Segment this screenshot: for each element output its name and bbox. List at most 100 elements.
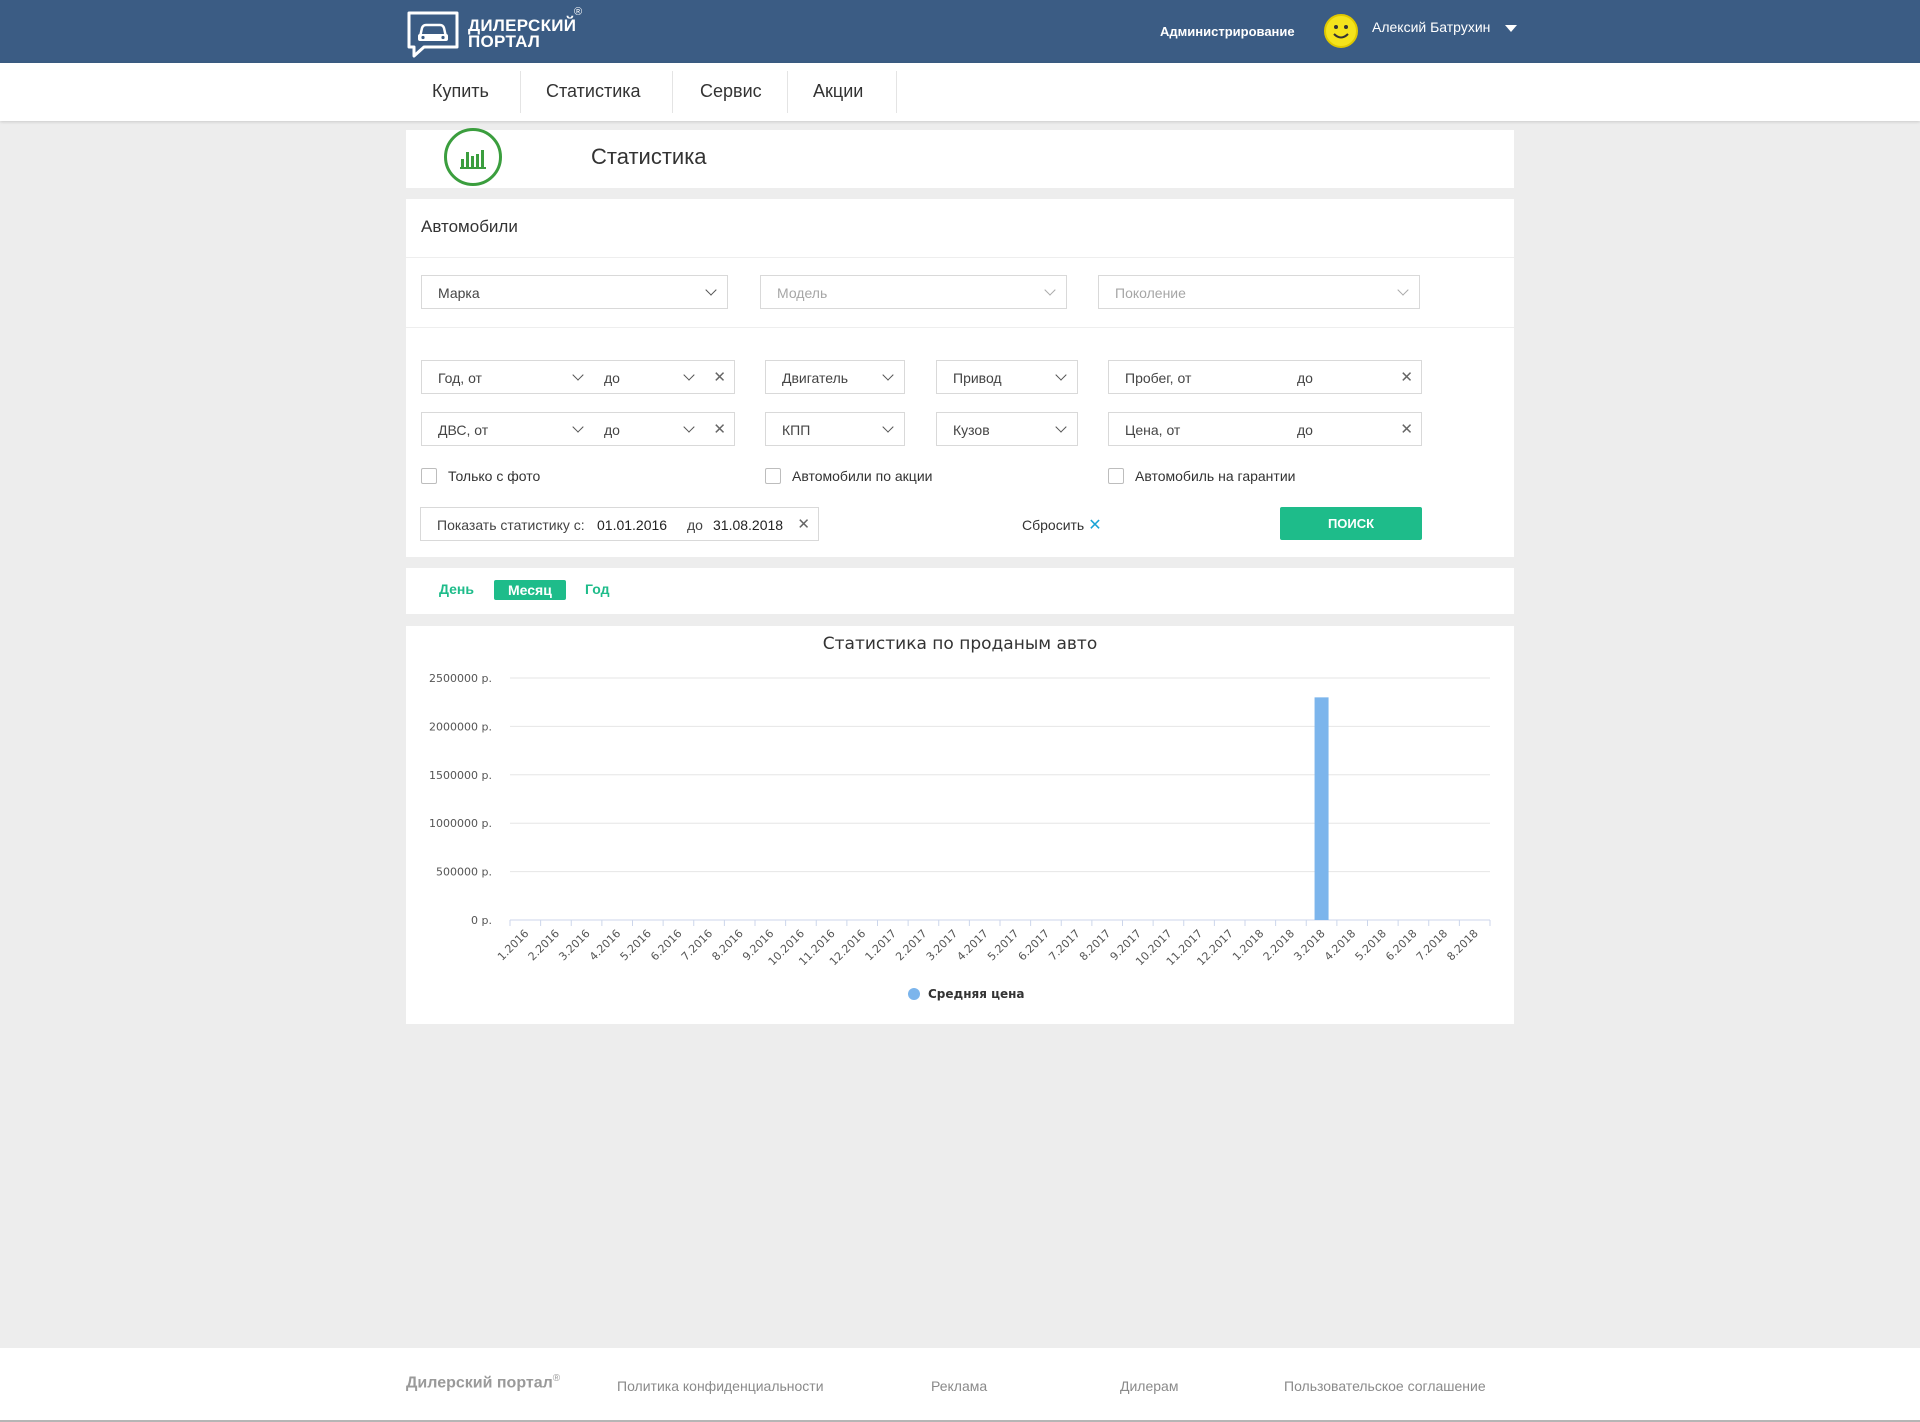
avatar[interactable] bbox=[1324, 14, 1358, 48]
body-select[interactable]: Кузов bbox=[936, 412, 1078, 446]
date-range-label: Показать статистику с: bbox=[437, 517, 585, 533]
mileage-range-field: Пробег, от до ✕ bbox=[1108, 360, 1422, 394]
year-from-select[interactable]: Год, от bbox=[438, 370, 482, 386]
x-tick-label: 3.2016 bbox=[556, 927, 592, 963]
only-photo-checkbox[interactable] bbox=[421, 468, 437, 484]
footer-link-dealers[interactable]: Дилерам bbox=[1120, 1378, 1178, 1394]
footer-logo[interactable]: Дилерский портал® bbox=[406, 1373, 560, 1392]
x-tick-label: 1.2016 bbox=[495, 927, 531, 963]
chevron-down-icon bbox=[882, 421, 894, 433]
x-tick-label: 8.2017 bbox=[1077, 927, 1113, 963]
footer-link-ads[interactable]: Реклама bbox=[931, 1378, 987, 1394]
chevron-down-icon[interactable] bbox=[683, 369, 695, 381]
ice-range-field: ДВС, от до ✕ bbox=[421, 412, 735, 446]
y-tick-label: 2000000 р. bbox=[429, 720, 492, 733]
search-button[interactable]: ПОИСК bbox=[1280, 507, 1422, 540]
only-photo-label[interactable]: Только с фото bbox=[448, 468, 540, 484]
main-nav: Купить Статистика Сервис Акции bbox=[0, 63, 1920, 121]
nav-item-buy[interactable]: Купить bbox=[406, 63, 515, 121]
footer-link-terms[interactable]: Пользовательское соглашение bbox=[1284, 1378, 1486, 1394]
y-tick-label: 1500000 р. bbox=[429, 769, 492, 782]
ice-to-select[interactable]: до bbox=[604, 422, 620, 438]
y-tick-label: 0 р. bbox=[471, 914, 492, 927]
on-sale-label[interactable]: Автомобили по акции bbox=[792, 468, 932, 484]
chevron-down-icon bbox=[1397, 284, 1409, 296]
warranty-checkbox[interactable] bbox=[1108, 468, 1124, 484]
bar bbox=[1314, 697, 1329, 920]
user-name[interactable]: Алексий Батрухин bbox=[1372, 19, 1490, 35]
close-icon[interactable]: ✕ bbox=[1400, 368, 1413, 386]
footer-registered-mark: ® bbox=[552, 1373, 561, 1384]
footer: Дилерский портал® Политика конфиденциаль… bbox=[0, 1348, 1920, 1422]
tab-month[interactable]: Месяц bbox=[494, 580, 566, 600]
tab-day[interactable]: День bbox=[439, 581, 474, 597]
gearbox-select-label: КПП bbox=[782, 422, 811, 438]
x-tick-label: 4.2016 bbox=[587, 927, 623, 963]
generation-select[interactable]: Поколение bbox=[1098, 275, 1420, 309]
price-from-input[interactable]: Цена, от bbox=[1125, 422, 1180, 438]
reset-button[interactable]: Сбросить ✕ bbox=[1022, 515, 1102, 535]
price-to-input[interactable]: до bbox=[1297, 422, 1313, 438]
footer-link-privacy[interactable]: Политика конфиденциальности bbox=[617, 1378, 824, 1394]
drive-select[interactable]: Привод bbox=[936, 360, 1078, 394]
x-tick-label: 2.2016 bbox=[526, 927, 562, 963]
y-tick-label: 1000000 р. bbox=[429, 817, 492, 830]
year-to-select[interactable]: до bbox=[604, 370, 620, 386]
divider bbox=[406, 327, 1514, 328]
smiley-icon bbox=[1333, 25, 1349, 39]
nav-item-promotions[interactable]: Акции bbox=[787, 63, 889, 121]
legend-marker bbox=[908, 988, 920, 1000]
logo-car-icon bbox=[407, 11, 459, 58]
chevron-down-icon bbox=[1044, 284, 1056, 296]
date-from-input[interactable]: 01.01.2016 bbox=[597, 517, 667, 533]
page-title: Статистика bbox=[591, 144, 707, 169]
period-tabs: День Месяц Год bbox=[406, 568, 1514, 614]
nav-divider bbox=[672, 71, 673, 113]
x-tick-label: 6.2016 bbox=[648, 927, 684, 963]
date-to-input[interactable]: 31.08.2018 bbox=[713, 517, 783, 533]
x-tick-label: 1.2017 bbox=[863, 927, 899, 963]
x-tick-label: 6.2018 bbox=[1383, 927, 1419, 963]
legend-label: Средняя цена bbox=[928, 987, 1025, 1001]
nav-item-service[interactable]: Сервис bbox=[674, 63, 788, 121]
engine-select[interactable]: Двигатель bbox=[765, 360, 905, 394]
tab-year[interactable]: Год bbox=[585, 581, 610, 597]
chevron-down-icon[interactable] bbox=[572, 369, 584, 381]
filter-panel: Автомобили Марка Модель Поколение Год, о… bbox=[406, 199, 1514, 557]
x-tick-label: 7.2016 bbox=[679, 927, 715, 963]
chevron-down-icon[interactable] bbox=[572, 421, 584, 433]
model-select[interactable]: Модель bbox=[760, 275, 1067, 309]
divider bbox=[406, 257, 1514, 258]
footer-logo-text: Дилерский портал bbox=[406, 1374, 553, 1392]
chevron-down-icon[interactable] bbox=[1505, 25, 1517, 32]
logo[interactable]: ДИЛЕРСКИЙ ПОРТАЛ bbox=[406, 10, 576, 58]
x-tick-label: 8.2016 bbox=[709, 927, 745, 963]
admin-link[interactable]: Администрирование bbox=[1160, 24, 1295, 39]
chart-title: Статистика по проданым авто bbox=[823, 634, 1097, 654]
reset-label: Сбросить bbox=[1022, 517, 1085, 533]
close-icon[interactable]: ✕ bbox=[713, 368, 726, 386]
x-tick-label: 5.2016 bbox=[618, 927, 654, 963]
brand-select[interactable]: Марка bbox=[421, 275, 728, 309]
close-icon[interactable]: ✕ bbox=[713, 420, 726, 438]
mileage-to-input[interactable]: до bbox=[1297, 370, 1313, 386]
x-tick-label: 6.2017 bbox=[1016, 927, 1052, 963]
ice-from-select[interactable]: ДВС, от bbox=[438, 422, 488, 438]
x-tick-label: 5.2018 bbox=[1353, 927, 1389, 963]
y-tick-label: 2500000 р. bbox=[429, 672, 492, 685]
bar-chart-icon bbox=[444, 128, 502, 186]
chevron-down-icon[interactable] bbox=[683, 421, 695, 433]
gearbox-select[interactable]: КПП bbox=[765, 412, 905, 446]
body-select-label: Кузов bbox=[953, 422, 990, 438]
nav-item-statistics[interactable]: Статистика bbox=[520, 63, 667, 121]
price-range-field: Цена, от до ✕ bbox=[1108, 412, 1422, 446]
warranty-label[interactable]: Автомобиль на гарантии bbox=[1135, 468, 1295, 484]
on-sale-checkbox[interactable] bbox=[765, 468, 781, 484]
close-icon[interactable]: ✕ bbox=[1400, 420, 1413, 438]
mileage-from-input[interactable]: Пробег, от bbox=[1125, 370, 1191, 386]
x-tick-label: 7.2017 bbox=[1046, 927, 1082, 963]
close-icon[interactable]: ✕ bbox=[797, 515, 810, 533]
year-range-field: Год, от до ✕ bbox=[421, 360, 735, 394]
x-tick-label: 8.2018 bbox=[1444, 927, 1480, 963]
sales-chart: Статистика по проданым авто 0 р. 500000 р.… bbox=[429, 634, 1491, 1001]
